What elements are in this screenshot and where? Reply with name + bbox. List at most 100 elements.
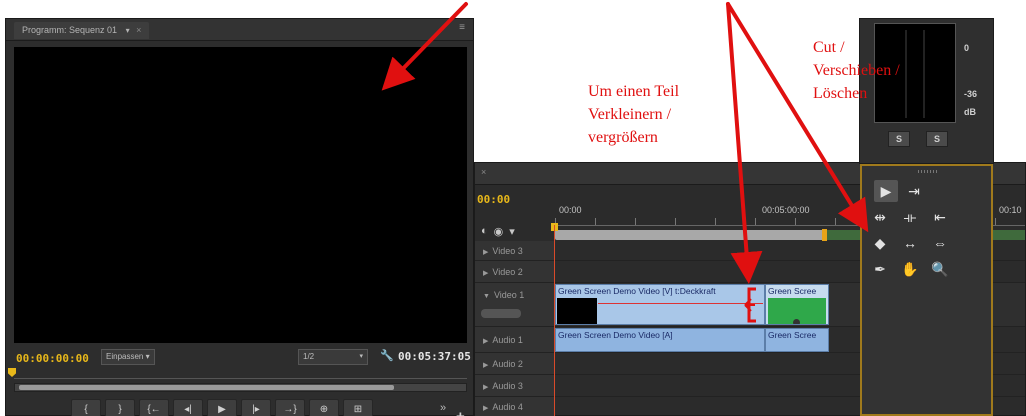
rolling-edit-tool-icon[interactable]: ⟛	[898, 206, 922, 228]
zoom-scrollbar[interactable]	[14, 383, 467, 392]
clip-thumbnail	[768, 298, 826, 324]
solo-left-button[interactable]: S	[888, 131, 910, 147]
track-header[interactable]: ▶ Audio 1	[475, 327, 555, 352]
step-back-button[interactable]: ◂|	[173, 399, 203, 416]
collapse-icon[interactable]: ▼	[483, 293, 490, 300]
time-ruler[interactable]	[14, 369, 467, 379]
extract-button[interactable]: ⊞	[343, 399, 373, 416]
razor-tool-icon[interactable]: ◆	[868, 232, 892, 254]
slip-tool-icon[interactable]: ↔	[898, 232, 922, 254]
resolution-select[interactable]: 1/2 ▾	[298, 349, 368, 365]
track-header[interactable]: ▶ Video 3	[475, 241, 555, 260]
annotation-line: vergrößern	[588, 129, 658, 146]
annotation-tools: Cut / Verschieben / Löschen	[813, 36, 900, 105]
annotation-line: Cut /	[813, 39, 845, 56]
panel-grip[interactable]	[918, 170, 938, 173]
more-controls-icon[interactable]: »	[440, 402, 446, 414]
trim-cursor-icon	[744, 287, 756, 323]
meter-channel-right	[923, 30, 925, 118]
panel-menu-icon[interactable]: ≡	[459, 22, 465, 33]
track-header[interactable]: ▼ Video 1	[475, 283, 555, 326]
track-name: Audio 2	[492, 358, 523, 369]
audio-clip[interactable]: Green Scree	[765, 328, 829, 352]
annotation-line: Verschieben /	[813, 62, 900, 79]
solo-right-button[interactable]: S	[926, 131, 948, 147]
add-icon[interactable]: +	[456, 408, 465, 416]
annotation-trim: Um einen Teil Verkleinern / vergrößern	[588, 80, 679, 149]
meter-channel-left	[905, 30, 907, 118]
expand-icon[interactable]: ▶	[483, 249, 488, 256]
close-icon[interactable]: ×	[481, 167, 486, 177]
slide-tool-icon[interactable]: ⇔	[928, 232, 952, 254]
chevron-down-icon: ▾	[359, 353, 363, 360]
clip-thumbnail	[557, 298, 597, 324]
program-monitor: Programm: Sequenz 01 ▾ × ≡ 00:00:00:00 E…	[5, 18, 474, 416]
current-timecode[interactable]: 00:00:00:00	[16, 352, 89, 365]
track-label: ▶ Audio 4	[483, 402, 523, 412]
zoom-tool-icon[interactable]: 🔍	[928, 258, 952, 280]
rate-stretch-tool-icon[interactable]: ⇤	[928, 206, 952, 228]
expand-icon[interactable]: ▶	[483, 384, 488, 391]
video-preview	[14, 47, 467, 343]
zoom-scrollbar-thumb[interactable]	[19, 385, 394, 390]
chevron-down-icon: ▾	[145, 352, 150, 361]
ruler-label: 00:00	[559, 205, 582, 215]
duration-timecode: 00:05:37:05	[398, 350, 471, 363]
lift-button[interactable]: ⊕	[309, 399, 339, 416]
track-name: Video 3	[492, 245, 523, 256]
clip-name: Green Scree	[768, 330, 817, 340]
ripple-edit-tool-icon[interactable]: ⇹	[868, 206, 892, 228]
work-area-bar[interactable]	[555, 230, 825, 240]
expand-icon[interactable]: ▶	[483, 362, 488, 369]
track-header[interactable]: ▶ Video 2	[475, 261, 555, 282]
opacity-line[interactable]	[598, 303, 763, 304]
db-label: 0	[964, 43, 970, 53]
track-header[interactable]: ▶ Audio 4	[475, 397, 555, 416]
expand-icon[interactable]: ▶	[483, 338, 488, 345]
mark-out-button[interactable]: }	[105, 399, 135, 416]
track-name: Video 1	[493, 290, 525, 300]
tab-program-monitor[interactable]: Programm: Sequenz 01 ▾ ×	[14, 22, 150, 39]
marker-icon[interactable]: ◉	[494, 225, 504, 238]
add-marker-icon[interactable]: ▾	[509, 225, 515, 238]
chevron-down-icon[interactable]: ▾	[126, 22, 130, 39]
video-clip[interactable]: Green Scree	[765, 284, 829, 325]
mark-in-button[interactable]: {	[71, 399, 101, 416]
annotation-line: Um einen Teil	[588, 83, 680, 100]
pen-tool-icon[interactable]: ✒	[868, 258, 892, 280]
clip-name: Green Scree	[768, 286, 817, 296]
monitor-tab-bar: Programm: Sequenz 01 ▾ × ≡	[6, 19, 473, 41]
expand-icon[interactable]: ▶	[483, 405, 488, 412]
fit-select-value: Einpassen	[106, 352, 144, 361]
video-clip[interactable]: Green Screen Demo Video [V] t:Deckkraft	[555, 284, 765, 325]
wrench-icon[interactable]: 🔧	[380, 349, 394, 362]
track-name: Video 2	[492, 266, 523, 277]
go-to-in-button[interactable]: {←	[139, 399, 169, 416]
keyframe-toggle[interactable]	[481, 309, 521, 318]
track-header[interactable]: ▶ Audio 2	[475, 353, 555, 374]
clip-name: Green Screen Demo Video [V]	[558, 286, 673, 296]
clip-name: Green Screen Demo Video [A]	[558, 330, 673, 340]
snap-icon[interactable]: ◐	[481, 225, 488, 238]
audio-clip[interactable]: Green Screen Demo Video [A]	[555, 328, 765, 352]
timeline-timecode[interactable]: 00:00	[477, 193, 510, 206]
selection-tool-icon[interactable]: ▶	[874, 180, 898, 202]
clip-effect-label: t:Deckkraft	[675, 286, 716, 296]
go-to-out-button[interactable]: →}	[275, 399, 305, 416]
track-label: ▶ Video 2	[483, 267, 523, 277]
step-forward-button[interactable]: |▸	[241, 399, 271, 416]
track-label: ▶ Audio 1	[483, 335, 523, 345]
db-label: -36	[964, 89, 978, 99]
playhead-line[interactable]	[554, 225, 555, 416]
fit-select[interactable]: Einpassen ▾	[101, 349, 155, 365]
close-icon[interactable]: ×	[136, 22, 141, 39]
hand-tool-icon[interactable]: ✋	[898, 258, 922, 280]
play-button[interactable]: ▶	[207, 399, 237, 416]
clip-label: Green Screen Demo Video [V] t:Deckkraft	[558, 286, 716, 296]
tools-panel: ▶ ⇥ ⇹ ⟛ ⇤ ◆ ↔ ⇔ ✒ ✋ 🔍	[860, 164, 993, 416]
track-label: ▶ Audio 2	[483, 359, 523, 369]
track-header[interactable]: ▶ Audio 3	[475, 375, 555, 396]
transport-controls: { } {← ◂| ▶ |▸ →} ⊕ ⊞	[71, 399, 373, 416]
expand-icon[interactable]: ▶	[483, 270, 488, 277]
track-select-tool-icon[interactable]: ⇥	[902, 180, 926, 202]
